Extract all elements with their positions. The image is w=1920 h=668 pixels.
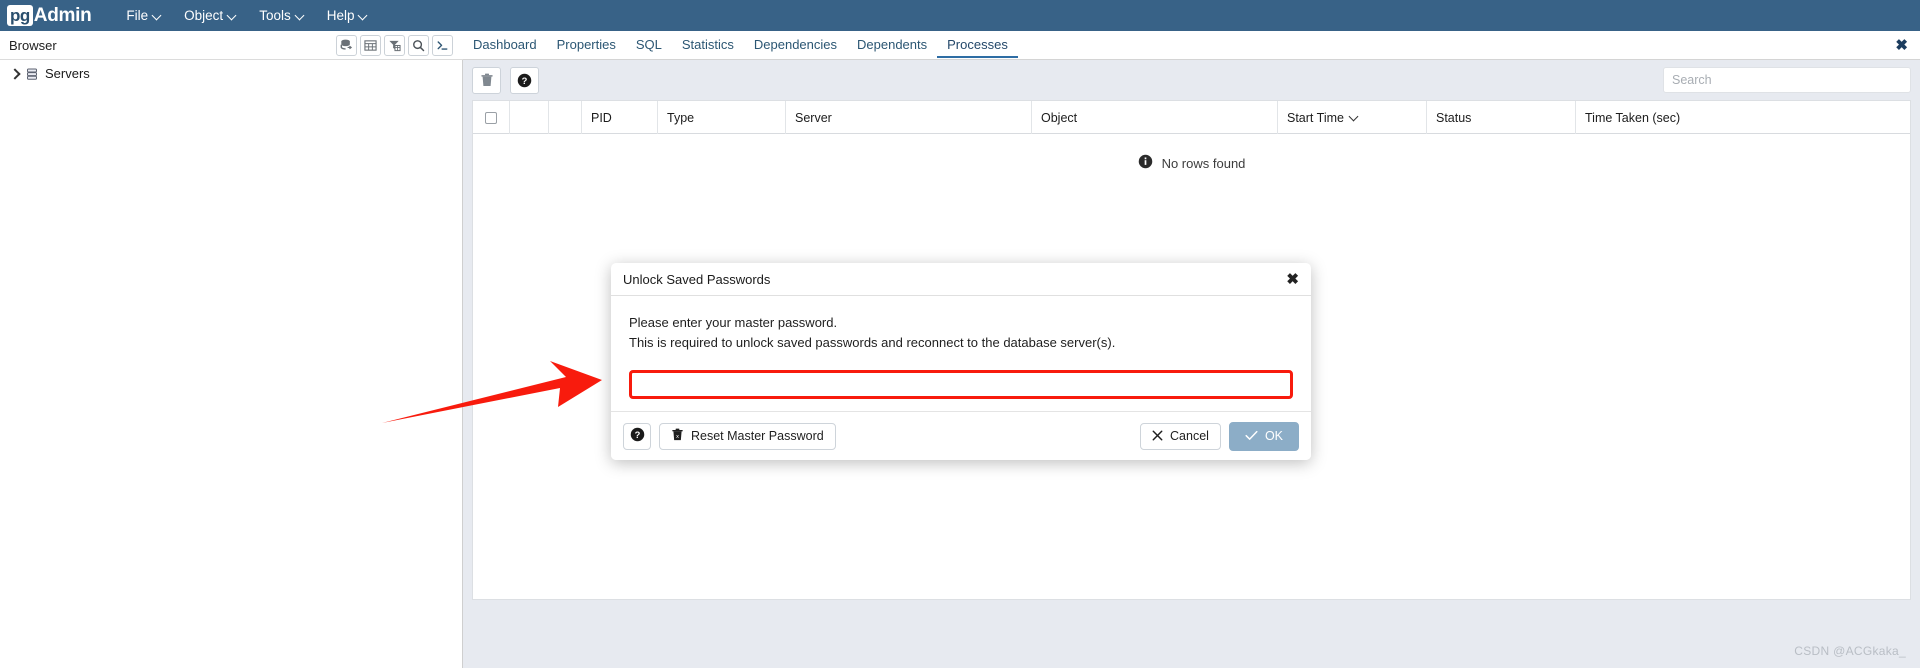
grid-col-object[interactable]: Object <box>1032 101 1278 134</box>
watermark: CSDN @ACGkaka_ <box>1794 644 1906 658</box>
ok-label: OK <box>1264 429 1283 443</box>
chevron-down-icon <box>228 11 237 20</box>
dialog-header: Unlock Saved Passwords ✖ <box>611 263 1311 296</box>
dialog-body: Please enter your master password. This … <box>611 296 1311 399</box>
chevron-down-icon <box>359 11 368 20</box>
browser-panel-title: Browser <box>9 37 57 53</box>
reset-master-password-label: Reset Master Password <box>691 429 824 443</box>
menu-object[interactable]: Object <box>173 0 248 31</box>
dialog-help-button[interactable]: ? <box>623 422 651 450</box>
svg-text:?: ? <box>634 430 640 440</box>
tab-statistics[interactable]: Statistics <box>672 38 744 58</box>
tab-bar: Dashboard Properties SQL Statistics Depe… <box>463 31 1920 60</box>
grid-col-status[interactable]: Status <box>1427 101 1576 134</box>
menu-object-label: Object <box>184 8 224 23</box>
filter-table-icon[interactable] <box>384 35 405 56</box>
info-circle-icon <box>1138 154 1153 172</box>
tab-properties[interactable]: Properties <box>547 38 626 58</box>
grid-col-pid[interactable]: PID <box>582 101 658 134</box>
browser-toolbar <box>336 31 463 60</box>
reset-master-password-button[interactable]: x Reset Master Password <box>659 422 836 450</box>
chevron-down-icon <box>296 11 305 20</box>
tab-processes[interactable]: Processes <box>937 38 1018 58</box>
close-icon[interactable]: ✖ <box>1895 38 1908 59</box>
close-x-icon <box>1152 430 1163 443</box>
chevron-down-icon <box>153 11 162 20</box>
cancel-label: Cancel <box>1170 429 1209 443</box>
grid-col-blank-2 <box>549 101 582 134</box>
grid-col-start-time[interactable]: Start Time <box>1278 101 1427 134</box>
empty-state-message: No rows found <box>1161 155 1246 171</box>
browser-tree-panel: Servers <box>0 60 463 668</box>
dialog-title: Unlock Saved Passwords <box>623 271 771 287</box>
grid-col-start-time-label: Start Time <box>1287 110 1344 125</box>
tab-dependencies[interactable]: Dependencies <box>744 38 847 58</box>
server-stack-icon <box>25 67 39 81</box>
trash-icon[interactable] <box>472 66 501 94</box>
unlock-saved-passwords-dialog: Unlock Saved Passwords ✖ Please enter yo… <box>611 263 1311 460</box>
tab-dependents[interactable]: Dependents <box>847 38 937 58</box>
pgadmin-logo: pg Admin <box>7 0 92 31</box>
menu-file-label: File <box>126 8 149 23</box>
svg-text:x: x <box>676 434 679 440</box>
master-password-input[interactable] <box>629 370 1293 399</box>
grid-col-blank-1 <box>510 101 549 134</box>
trash-icon: x <box>671 428 684 445</box>
svg-text:?: ? <box>522 75 528 85</box>
tab-dashboard[interactable]: Dashboard <box>463 38 547 58</box>
menu-help-label: Help <box>326 8 355 23</box>
menu-tools-label: Tools <box>259 8 291 23</box>
grid-col-time-taken[interactable]: Time Taken (sec) <box>1576 101 1910 134</box>
table-grid-icon[interactable] <box>360 35 381 56</box>
search-field-wrapper <box>1663 67 1911 93</box>
ok-button[interactable]: OK <box>1228 421 1299 451</box>
menu-file[interactable]: File <box>115 0 173 31</box>
select-all-checkbox[interactable] <box>485 111 497 124</box>
grid-header-row: PID Type Server Object Start Time Status… <box>473 101 1910 134</box>
cancel-button[interactable]: Cancel <box>1140 422 1221 450</box>
close-icon[interactable]: ✖ <box>1286 270 1299 288</box>
logo-pg-mark: pg <box>7 5 33 26</box>
grid-col-type[interactable]: Type <box>658 101 786 134</box>
menu-tools[interactable]: Tools <box>248 0 316 31</box>
empty-state: No rows found <box>473 134 1910 192</box>
grid-col-server[interactable]: Server <box>786 101 1032 134</box>
dialog-text-line-1: Please enter your master password. <box>629 315 838 330</box>
tab-sql[interactable]: SQL <box>626 38 672 58</box>
sidebar-item-label: Servers <box>45 66 90 81</box>
search-input[interactable] <box>1663 67 1911 93</box>
check-icon <box>1245 430 1258 443</box>
logo-admin-text: Admin <box>33 4 92 26</box>
sidebar-item-servers[interactable]: Servers <box>0 63 462 84</box>
dialog-footer: ? x Reset Master Password Cancel OK <box>611 411 1311 460</box>
help-circle-icon[interactable]: ? <box>510 66 539 94</box>
chevron-down-icon <box>1350 113 1360 123</box>
pgadmin-window: pg Admin File Object Tools Help Browser <box>0 0 1920 668</box>
chevron-right-icon[interactable] <box>8 67 22 81</box>
terminal-icon[interactable] <box>432 35 453 56</box>
database-connect-icon[interactable] <box>336 35 357 56</box>
search-icon[interactable] <box>408 35 429 56</box>
processes-toolbar: ? <box>463 60 1920 100</box>
help-circle-icon: ? <box>630 427 645 445</box>
dialog-text-line-2: This is required to unlock saved passwor… <box>629 335 1116 350</box>
menu-bar: pg Admin File Object Tools Help <box>0 0 1920 31</box>
select-all-checkbox-cell <box>473 101 510 134</box>
menu-help[interactable]: Help <box>316 0 380 31</box>
